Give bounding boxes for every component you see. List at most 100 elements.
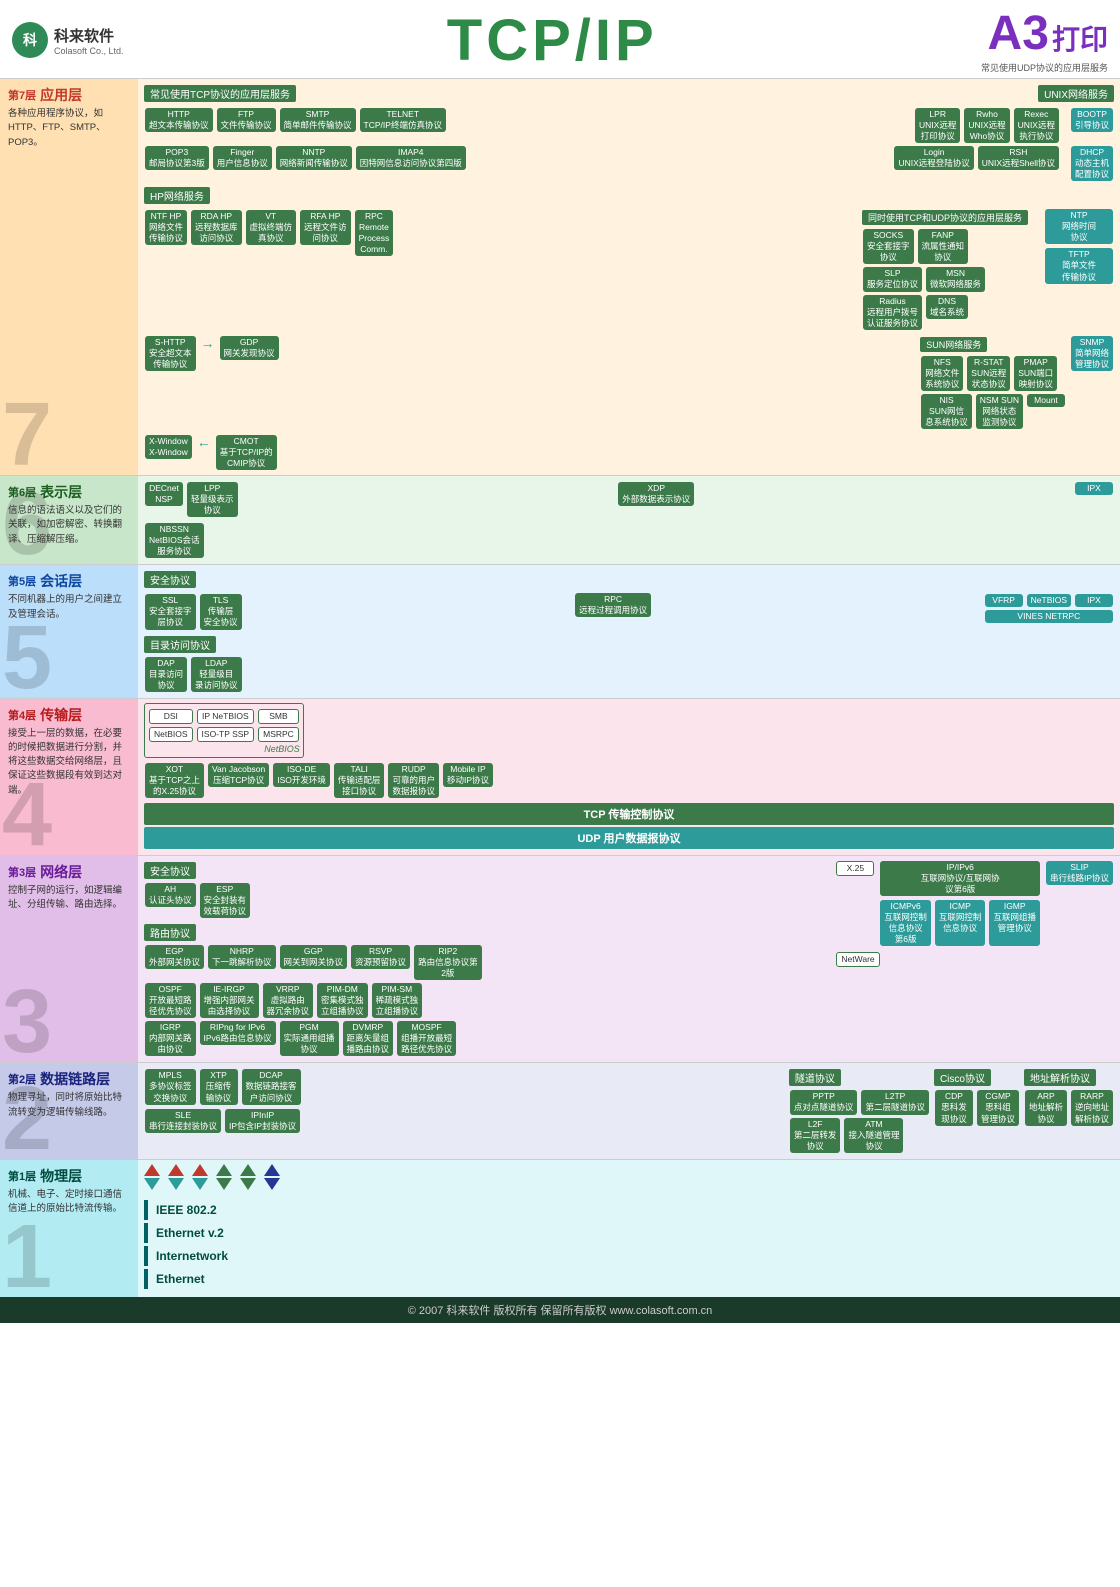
layer-6-word: 第6层 <box>8 484 36 500</box>
proto-xdp: XDP外部数据表示协议 <box>618 482 694 506</box>
proto-nbssn: NBSSNNetBIOS会话服务协议 <box>145 523 204 558</box>
layer-6-content: DECnetNSP LPP轻量级表示协议 XDP外部数据表示协议 IPX NBS… <box>138 476 1120 564</box>
proto-ldap: LDAP轻量级目录访问协议 <box>191 657 242 692</box>
proto-shttp: S-HTTP安全超文本传输协议 <box>145 336 196 371</box>
proto-egp: EGP外部网关协议 <box>145 945 204 969</box>
proto-mospf: MOSPF组播开放最短路径优先协议 <box>397 1021 456 1056</box>
layer7-udptcp-row3: Radius远程用户拨号认证服务协议 DNS域名系统 <box>862 294 1042 331</box>
layer2-row1: MPLS多协议标签交换协议 XTP压缩传输协议 DCAP数据链路接客户访问协议 <box>144 1068 785 1105</box>
proto-icmpv6: ICMPv6互联网控制信息协议第6版 <box>880 900 931 946</box>
proto-cgmp: CGMP思科组管理协议 <box>977 1090 1019 1125</box>
proto-pim-dm: PIM-DM密集模式独立组播协议 <box>317 983 368 1018</box>
layer3-security-header: 安全协议 <box>144 862 196 879</box>
proto-finger: Finger用户信息协议 <box>213 146 272 170</box>
layer3-routing-row3: IGRP内部网关路由协议 RIPng for IPv6IPv6路由信息协议 PG… <box>144 1020 831 1057</box>
layer5-right-protos: VFRP NeTBIOS IPX <box>984 593 1114 608</box>
udp-bar: UDP 用户数据报协议 <box>144 827 1114 849</box>
layer-2-name: 数据链路层 <box>40 1069 110 1089</box>
layer-3-word: 第3层 <box>8 864 36 880</box>
proto-ssl: SSL安全套接字层协议 <box>145 594 196 629</box>
layer-5-word: 第5层 <box>8 573 36 589</box>
layer7-hp-row: NTF HP网络文件传输协议 RDA HP远程数据库访问协议 VT虚拟终端仿真协… <box>144 209 860 257</box>
layer-6-row: 第6层 表示层 信息的语法语义以及它们的关联，如加密解密、转换翻译、压缩解压缩。… <box>0 475 1120 564</box>
layer-3-desc: 控制子网的运行，如逻辑编址、分组传输、路由选择。 <box>8 884 130 913</box>
layer-7-desc: 各种应用程序协议，如HTTP、FTP、SMTP、POP3。 <box>8 107 130 150</box>
layer-3-bignum: 3 <box>2 977 52 1062</box>
proto-ggp: GGP网关到网关协议 <box>280 945 348 969</box>
proto-mount: Mount <box>1027 394 1065 407</box>
print-label: 打印 <box>1052 24 1108 55</box>
layer-7-title-row: 第7层 应用层 <box>8 85 130 105</box>
layer4-top-left: DSI NetBIOS IP NeTBIOS ISO-TP SSP SMB MS… <box>148 708 300 743</box>
proto-sle: SLE串行连接封装协议 <box>145 1109 221 1133</box>
footer: © 2007 科来软件 版权所有 保留所有版权 www.colasoft.com… <box>0 1297 1120 1323</box>
layer-4-label: 第4层 传输层 接受上一层的数据，在必要的时候把数据进行分割，并将这些数据交给网… <box>0 699 138 855</box>
main-title: TCP/IP <box>447 7 658 74</box>
proto-rsh: RSHUNIX远程Shell协议 <box>978 146 1059 170</box>
proto-arp: ARP地址解析协议 <box>1025 1090 1067 1125</box>
proto-bootp: BOOTP引导协议 <box>1071 108 1113 132</box>
layer-1-desc: 机械、电子、定时接口通信信道上的原始比特流传输。 <box>8 1188 130 1217</box>
layer-7-row: 第7层 应用层 各种应用程序协议，如HTTP、FTP、SMTP、POP3。 7 … <box>0 78 1120 475</box>
layer2-addr-header: 地址解析协议 <box>1024 1069 1096 1086</box>
tcp-services-header: 常见使用TCP协议的应用层服务 <box>144 85 296 102</box>
layer7-sun-row2: NISSUN网信息系统协议 NSM SUN网络状态监测协议 Mount <box>920 393 1066 430</box>
proto-rpc-hp: RPCRemoteProcessComm. <box>355 210 394 256</box>
layer-5-bignum: 5 <box>2 613 52 698</box>
proto-icmp: ICMP互联网控制信息协议 <box>935 900 986 946</box>
layer5-security-protos: SSL安全套接字层协议 TLS传输层安全协议 <box>144 593 243 630</box>
proto-dap: DAP目录访问协议 <box>145 657 187 692</box>
proto-nfs: NFS网络文件系统协议 <box>921 356 963 391</box>
proto-tftp: TFTP简单文件传输协议 <box>1045 248 1113 283</box>
proto-vines: VINES NETRPC <box>985 610 1113 623</box>
layer3-routing-row2: OSPF开放最短路径优先协议 IE-IRGP增强内部网关由选择协议 VRRP虚拟… <box>144 982 831 1019</box>
proto-atm: ATM接入隧道管理协议 <box>844 1118 903 1153</box>
proto-rudp: RUDP可靠的用户数据报协议 <box>388 763 439 798</box>
proto-rarp: RARP逆向地址解析协议 <box>1071 1090 1113 1125</box>
layer-4-name: 传输层 <box>40 705 82 725</box>
proto-ntp: NTP网络时间协议 <box>1045 209 1113 244</box>
proto-dhcp: DHCP动态主机配置协议 <box>1071 146 1113 181</box>
proto-ah: AH认证头协议 <box>145 883 196 907</box>
proto-vfrp: VFRP <box>985 594 1023 607</box>
logo-texts: 科来软件 Colasoft Co., Ltd. <box>54 25 124 56</box>
layer-3-row: 第3层 网络层 控制子网的运行，如逻辑编址、分组传输、路由选择。 3 安全协议 … <box>0 855 1120 1063</box>
proto-smb: SMB <box>258 709 299 724</box>
proto-telnet: TELNETTCP/IP终端仿真协议 <box>360 108 446 132</box>
proto-igrp: IGRP内部网关路由协议 <box>145 1021 196 1056</box>
proto-decnet: DECnetNSP <box>145 482 183 506</box>
proto-rexec: RexecUNIX远程执行协议 <box>1014 108 1059 143</box>
a3-label: A3 <box>988 7 1049 60</box>
proto-rpc-l5: RPC远程过程调用协议 <box>575 593 651 617</box>
layer2-cisco-protos: CDP思科发现协议 CGMP思科组管理协议 <box>934 1089 1020 1126</box>
layer7-udptcp-row2: SLP服务定位协议 MSN微软网络服务 <box>862 266 1042 292</box>
proto-ntf-hp: NTF HP网络文件传输协议 <box>145 210 187 245</box>
proto-nsm: NSM SUN网络状态监测协议 <box>976 394 1023 429</box>
proto-slp: SLP服务定位协议 <box>863 267 922 291</box>
proto-netware: NetWare <box>836 952 879 967</box>
layer-4-desc: 接受上一层的数据，在必要的时候把数据进行分割，并将这些数据交给网络层，且保证这些… <box>8 727 130 798</box>
proto-http: HTTP超文本传输协议 <box>145 108 213 132</box>
udp-tcp-header: 同时使用TCP和UDP协议的应用层服务 <box>862 210 1028 225</box>
proto-socks: SOCKS安全套接字协议 <box>863 229 914 264</box>
proto-netbios-l5: NeTBIOS <box>1027 594 1071 607</box>
proto-fanp: FANP流属性通知协议 <box>918 229 969 264</box>
proto-ip-ipv6: IP/IPv6互联网协议/互联网协议第6版 <box>880 861 1040 896</box>
proto-pgm: PGM实际通用组播协议 <box>280 1021 339 1056</box>
phys-ethernet2: Ethernet <box>144 1269 1114 1289</box>
proto-ripng: RIPng for IPv6IPv6路由信息协议 <box>200 1021 276 1045</box>
proto-xot: XOT基于TCP之上的X.25协议 <box>145 763 204 798</box>
layer3-security-protos: AH认证头协议 ESP安全封装有效载荷协议 <box>144 882 831 919</box>
proto-xtp: XTP压缩传输协议 <box>200 1069 238 1104</box>
layer-3-label: 第3层 网络层 控制子网的运行，如逻辑编址、分组传输、路由选择。 3 <box>0 856 138 1063</box>
logo-en: Colasoft Co., Ltd. <box>54 46 124 56</box>
proto-pop3: POP3邮局协议第3版 <box>145 146 209 170</box>
layer-7-name: 应用层 <box>40 85 82 105</box>
layer-2-desc: 物理寻址，同时将原始比特流转变为逻辑传输线路。 <box>8 1091 130 1120</box>
layer-3-name: 网络层 <box>40 862 82 882</box>
layer-1-content: IEEE 802.2 Ethernet v.2 Internetwork Eth… <box>138 1160 1120 1297</box>
proto-x25: X.25 <box>836 861 874 876</box>
proto-msn: MSN微软网络服务 <box>926 267 985 291</box>
layer2-row2: SLE串行连接封装协议 IPInIPIP包含IP封装协议 <box>144 1108 785 1134</box>
proto-nis: NISSUN网信息系统协议 <box>921 394 972 429</box>
